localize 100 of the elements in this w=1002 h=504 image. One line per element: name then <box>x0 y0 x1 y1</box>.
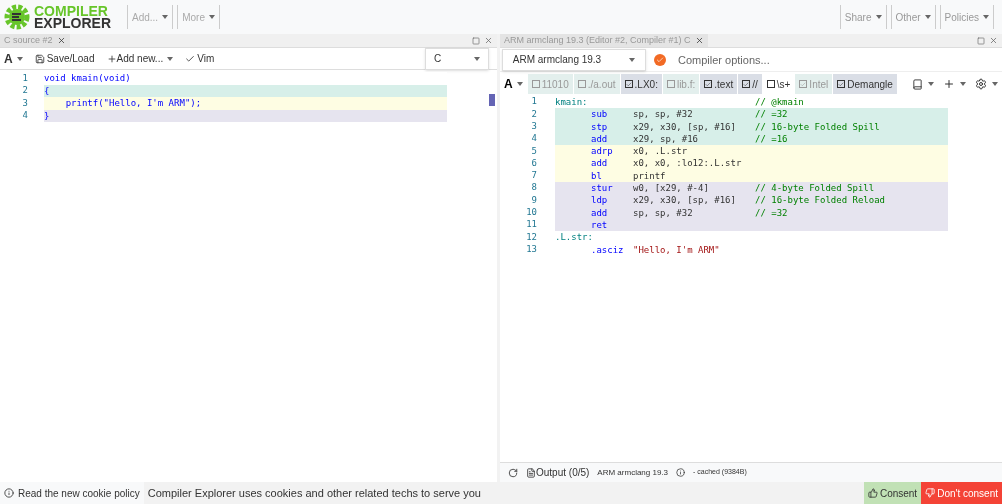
cookie-message: Compiler Explorer uses cookies and other related techs to serve you <box>147 485 481 501</box>
status-icon <box>654 53 666 66</box>
add-new-button[interactable]: Add new... <box>106 51 174 66</box>
caret-icon <box>960 82 966 86</box>
logo-text: EXPLORER <box>34 17 111 29</box>
checkbox-icon <box>624 80 633 88</box>
caret-icon <box>928 82 934 86</box>
line-number: 9 <box>530 193 537 207</box>
caret-icon <box>208 15 215 19</box>
line-number: 2 <box>530 107 537 121</box>
cookie-policy-link[interactable]: Read the new cookie policy <box>0 482 144 504</box>
asm-comment: // =16 <box>755 132 788 146</box>
line-number: 12 <box>525 230 537 244</box>
caret-icon <box>875 15 882 19</box>
document-icon <box>526 467 536 478</box>
caret-icon <box>474 56 480 61</box>
language-select[interactable]: C <box>425 47 489 70</box>
asm-label: .L.str: <box>555 231 594 244</box>
dont-consent-button[interactable]: Don't consent <box>921 482 1002 504</box>
logo-text: COMPILER <box>34 5 108 17</box>
asm-mnemonic: bl <box>591 169 603 183</box>
asm-operands: printf <box>633 169 667 183</box>
asm-comment: // 4-byte Folded Spill <box>755 182 875 195</box>
asm-mnemonic: ret <box>591 218 609 232</box>
asm-mnemonic: adrp <box>591 145 614 158</box>
line-number: 2 <box>21 84 28 97</box>
asm-mnemonic: add <box>591 157 609 170</box>
checkbox-icon <box>704 80 713 88</box>
line-number: 8 <box>530 181 537 195</box>
line-number: 7 <box>530 169 537 183</box>
close-icon[interactable] <box>484 36 493 45</box>
close-icon[interactable] <box>56 36 66 45</box>
asm-mnemonic: stp <box>591 120 609 133</box>
asm-operands: w0, [x29, #-4] <box>633 182 710 195</box>
font-button[interactable]: A <box>4 49 23 68</box>
caret-icon <box>162 15 169 19</box>
asm-mnemonic: add <box>591 206 609 219</box>
line-number: 4 <box>530 132 537 146</box>
output-button[interactable]: Output (0/5) <box>526 465 590 480</box>
caret-icon <box>167 56 174 61</box>
line-number: 13 <box>525 242 537 256</box>
logo[interactable]: COMPILER EXPLORER <box>4 4 111 30</box>
filter-toggle[interactable]: .text <box>700 74 738 94</box>
asm-operands: sp, sp, #32 <box>633 108 694 121</box>
font-button[interactable]: A <box>504 75 523 93</box>
checkbox-icon <box>666 80 675 88</box>
save-icon <box>34 53 45 64</box>
asm-operands: x29, sp, #16 <box>633 132 700 146</box>
checkbox-icon <box>531 80 540 88</box>
settings-icon[interactable] <box>975 78 987 90</box>
asm-operands: x29, x30, [sp, #16] <box>633 120 737 133</box>
thumbs-down-icon <box>925 488 936 498</box>
asm-label: kmain: <box>555 96 589 109</box>
asm-comment: // 16-byte Folded Reload <box>755 194 886 207</box>
asm-comment: // 16-byte Folded Spill <box>755 120 880 133</box>
asm-mnemonic: stur <box>591 182 614 195</box>
line-number: 4 <box>21 109 28 122</box>
compiler-name: ARM armclang 19.3 <box>597 466 669 479</box>
checkbox-icon <box>799 80 808 88</box>
line-number: 1 <box>21 71 28 85</box>
caret-icon <box>629 57 636 62</box>
thumbs-up-icon <box>867 488 878 498</box>
line-number: 11 <box>525 218 537 232</box>
filter-toggle[interactable]: .LX0: <box>620 74 662 94</box>
save-load-button[interactable]: Save/Load <box>34 51 95 66</box>
asm-mnemonic: sub <box>591 108 609 121</box>
refresh-icon[interactable] <box>508 467 518 478</box>
asm-mnemonic: ldp <box>591 194 609 207</box>
checkbox-icon <box>766 80 775 88</box>
asm-operands: x0, x0, :lo12:.L.str <box>633 157 743 170</box>
filter-toggle[interactable]: // <box>738 74 762 94</box>
line-number: 5 <box>530 144 537 158</box>
asm-operands: x29, x30, [sp, #16] <box>633 194 737 207</box>
info-icon <box>4 488 14 498</box>
book-icon[interactable] <box>912 78 923 90</box>
info-icon[interactable] <box>676 468 686 477</box>
scrollbar-marker <box>489 94 495 106</box>
close-icon[interactable] <box>989 36 998 45</box>
caret-icon <box>516 82 523 86</box>
consent-button[interactable]: Consent <box>863 482 922 504</box>
asm-comment: // =32 <box>755 108 788 121</box>
asm-comment: // @kmain <box>755 96 804 109</box>
caret-icon <box>983 15 989 19</box>
caret-icon <box>924 15 931 19</box>
asm-mnemonic: .asciz <box>591 243 625 256</box>
plus-icon <box>106 53 117 64</box>
vim-button[interactable]: Vim <box>185 51 215 66</box>
caret-icon <box>16 56 23 61</box>
asm-operands: "Hello, I'm ARM" <box>633 243 721 256</box>
close-icon[interactable] <box>694 36 704 45</box>
line-number: 1 <box>530 95 537 109</box>
checkbox-icon <box>837 80 846 88</box>
compiler-select[interactable]: ARM armclang 19.3 <box>502 48 646 71</box>
line-number: 6 <box>530 156 537 170</box>
asm-comment: // =32 <box>755 206 788 219</box>
line-number: 3 <box>21 96 28 110</box>
filter-toggle[interactable]: Demangle <box>833 74 897 94</box>
compiler-options-field[interactable]: Compiler options... <box>670 48 1002 71</box>
plus-icon[interactable] <box>943 78 955 90</box>
asm-mnemonic: add <box>591 132 609 146</box>
